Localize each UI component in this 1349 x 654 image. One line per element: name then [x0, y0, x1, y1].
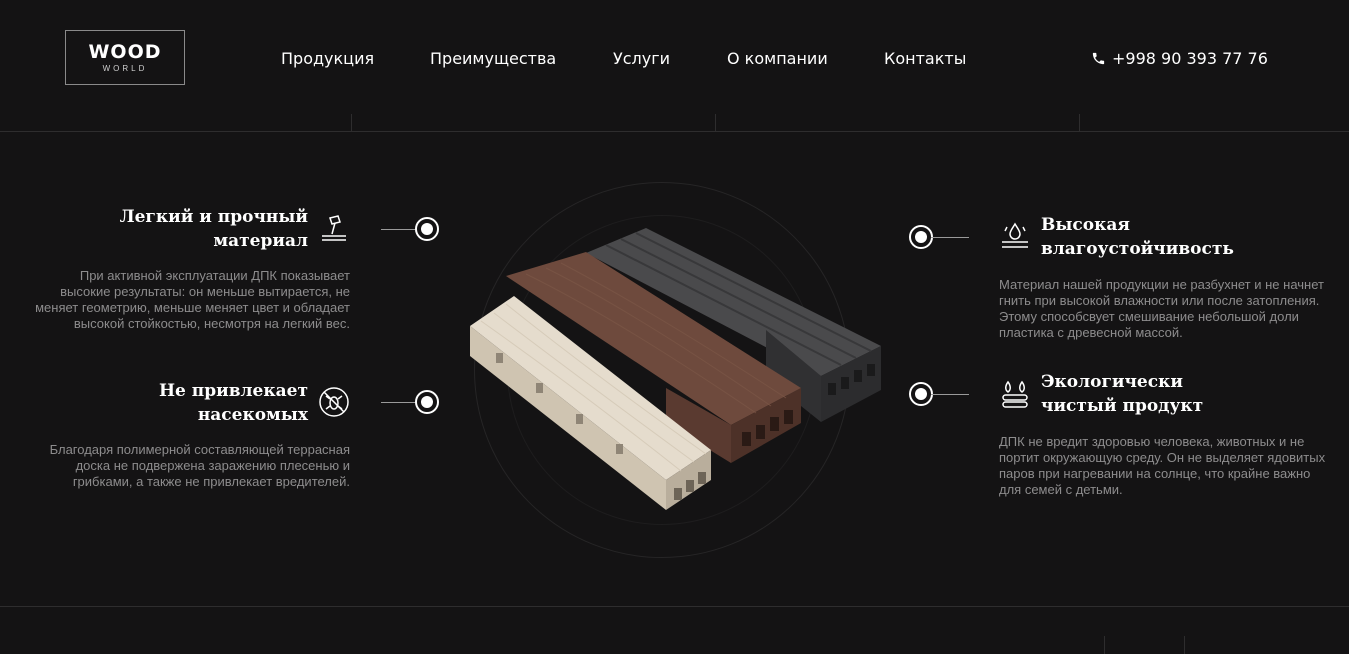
feature-light-text: При активной эксплуатации ДПК показывает…: [35, 268, 350, 331]
feature-light-marker[interactable]: [415, 217, 439, 241]
feature-insects-marker[interactable]: [415, 390, 439, 414]
logo-wordmark: WOOD: [88, 41, 162, 63]
feature-moisture-text: Материал нашей продукции не разбухнет и …: [999, 277, 1324, 340]
header-divider: [0, 131, 1349, 132]
divider: [1104, 636, 1105, 654]
nav-item-about[interactable]: О компании: [727, 49, 828, 68]
feature-moisture-title-line2: влагоустойчивость: [1041, 239, 1234, 259]
connector-line: [931, 237, 969, 238]
feature-eco-title-line2: чистый продукт: [1041, 396, 1204, 416]
logo-subtitle: WORLD: [102, 64, 148, 73]
phone-icon: [1092, 52, 1105, 65]
feature-eco-title-line1: Экологически: [1041, 372, 1183, 392]
connector-line: [381, 402, 417, 403]
divider: [1079, 114, 1080, 131]
divider: [351, 114, 352, 131]
hammer-icon: [322, 215, 346, 241]
feature-moisture-marker[interactable]: [909, 225, 933, 249]
feature-eco-title: Экологически чистый продукт: [1041, 370, 1281, 418]
logo[interactable]: WOOD WORLD: [65, 30, 185, 85]
no-bugs-icon: [319, 387, 349, 417]
feature-light-title-line2: материал: [213, 231, 308, 251]
feature-eco-text: ДПК не вредит здоровью человека, животны…: [999, 434, 1326, 497]
divider: [1184, 636, 1185, 654]
feature-insects-text: Благодаря полимерной составляющей террас…: [49, 442, 350, 489]
decking-boards-image: [470, 228, 881, 510]
phone-link[interactable]: +998 90 393 77 76: [1091, 49, 1268, 68]
phone-number: +998 90 393 77 76: [1112, 49, 1268, 68]
connector-line: [931, 394, 969, 395]
section-divider: [0, 606, 1349, 607]
nav-item-contacts[interactable]: Контакты: [884, 49, 966, 68]
feature-insects-title: Не привлекает насекомых: [100, 379, 308, 427]
water-drops-icon: [1002, 222, 1028, 248]
feature-moisture-title-line1: Высокая: [1041, 215, 1130, 235]
feature-moisture-title: Высокая влагоустойчивость: [1041, 213, 1281, 261]
feature-insects-title-line1: Не привлекает: [159, 381, 308, 401]
feature-insects-title-line2: насекомых: [197, 405, 308, 425]
feature-light-title-line1: Легкий и прочный: [119, 207, 308, 227]
feature-eco-marker[interactable]: [909, 382, 933, 406]
nav-item-advantages[interactable]: Преимущества: [430, 49, 556, 68]
connector-line: [381, 229, 417, 230]
eco-logs-icon: [1002, 380, 1028, 408]
divider: [715, 114, 716, 131]
nav-item-services[interactable]: Услуги: [613, 49, 670, 68]
nav-item-products[interactable]: Продукция: [281, 49, 374, 68]
feature-light-title: Легкий и прочный материал: [100, 205, 308, 253]
